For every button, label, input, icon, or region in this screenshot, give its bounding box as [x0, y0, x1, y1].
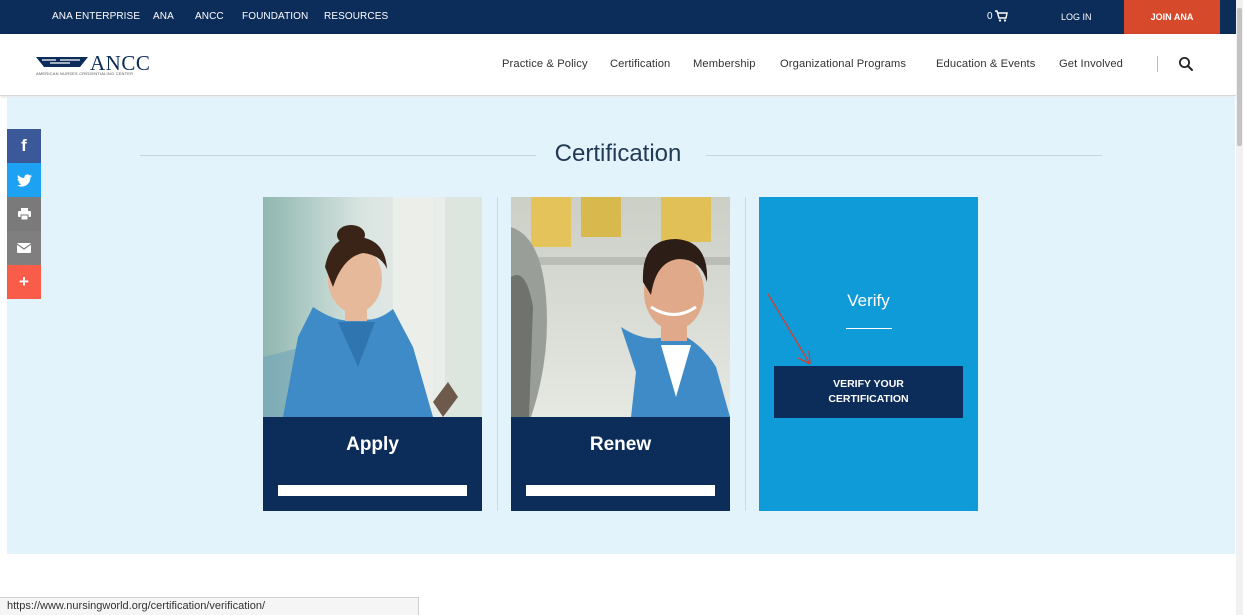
topbar-link-ana-enterprise[interactable]: ANA ENTERPRISE	[52, 0, 140, 34]
facebook-icon[interactable]: f	[7, 129, 41, 163]
section-title: Certification	[554, 140, 682, 167]
topbar-link-foundation[interactable]: FOUNDATION	[242, 0, 308, 34]
nav-divider	[1157, 56, 1158, 72]
ancc-logo-mark-icon	[36, 57, 88, 67]
verify-your-certification-button[interactable]: VERIFY YOUR CERTIFICATION	[774, 366, 963, 418]
top-utility-bar: ANA ENTERPRISE ANA ANCC FOUNDATION RESOU…	[0, 0, 1236, 34]
nav-item-membership[interactable]: Membership	[693, 58, 756, 70]
annotation-arrow-icon	[767, 293, 811, 365]
topbar-link-ancc[interactable]: ANCC	[195, 0, 224, 34]
email-icon[interactable]	[7, 231, 41, 265]
apply-nurse-photo	[263, 197, 482, 417]
nav-item-education-events[interactable]: Education & Events	[936, 58, 1035, 70]
cart-count: 0	[987, 11, 993, 22]
nav-item-get-involved[interactable]: Get Involved	[1059, 58, 1123, 70]
facebook-glyph: f	[21, 136, 27, 155]
more-icon[interactable]: +	[7, 265, 41, 299]
join-ana-button[interactable]: JOIN ANA	[1124, 0, 1220, 34]
renew-card-bar	[526, 485, 715, 496]
twitter-icon[interactable]	[7, 163, 41, 197]
renew-card[interactable]: Renew	[511, 197, 730, 511]
apply-card[interactable]: Apply	[263, 197, 482, 511]
more-glyph: +	[19, 272, 29, 291]
login-link[interactable]: LOG IN	[1061, 0, 1092, 34]
card-separator	[745, 197, 746, 511]
logo-tagline: AMERICAN NURSES CREDENTIALING CENTER	[36, 71, 134, 76]
status-bar-url: https://www.nursingworld.org/certificati…	[0, 597, 419, 615]
renew-card-panel	[511, 417, 730, 511]
scrollbar-thumb[interactable]	[1237, 8, 1242, 146]
apply-card-panel	[263, 417, 482, 511]
printer-icon	[17, 208, 31, 220]
main-navigation: ANCC AMERICAN NURSES CREDENTIALING CENTE…	[0, 34, 1236, 96]
apply-card-bar	[278, 485, 467, 496]
apply-label: Apply	[346, 434, 399, 455]
ancc-logo[interactable]: ANCC AMERICAN NURSES CREDENTIALING CENTE…	[36, 51, 166, 84]
search-icon[interactable]	[1178, 56, 1194, 72]
renew-nurse-photo	[511, 197, 730, 417]
cart-icon	[994, 10, 1008, 22]
twitter-bird-icon	[16, 173, 32, 187]
card-separator	[497, 197, 498, 511]
page-scrollbar[interactable]	[1236, 0, 1243, 615]
social-share-bar: f +	[7, 129, 41, 299]
topbar-link-resources[interactable]: RESOURCES	[324, 0, 388, 34]
cart-button[interactable]: 0	[987, 0, 1008, 34]
topbar-link-ana[interactable]: ANA	[153, 0, 174, 34]
verify-rule	[846, 328, 892, 329]
envelope-icon	[17, 243, 31, 253]
print-icon[interactable]	[7, 197, 41, 231]
renew-label: Renew	[589, 434, 652, 455]
page: ANA ENTERPRISE ANA ANCC FOUNDATION RESOU…	[0, 0, 1243, 615]
nav-item-practice-policy[interactable]: Practice & Policy	[502, 58, 588, 70]
nav-item-certification[interactable]: Certification	[610, 58, 670, 70]
nav-item-organizational-programs[interactable]: Organizational Programs	[780, 58, 906, 70]
